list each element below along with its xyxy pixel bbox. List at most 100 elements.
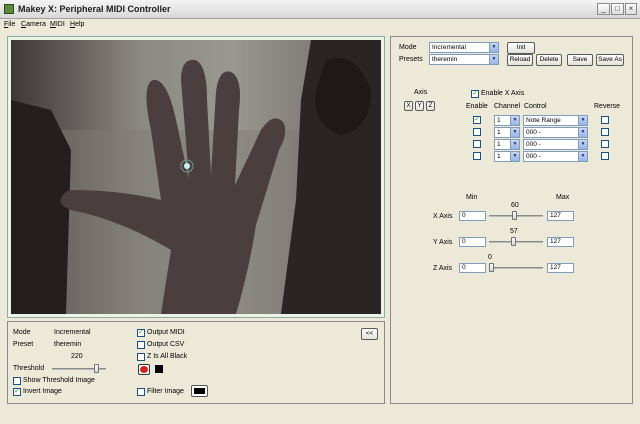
axis-slider-track — [489, 241, 543, 243]
output-midi-label: Output MIDI — [147, 329, 185, 336]
title-bar: Makey X: Peripheral MIDI Controller _ □ … — [0, 0, 640, 19]
enable-header: Enable — [466, 103, 488, 110]
axis-range-section: 60 X Axis 0 127 57 Y Axis 0 127 0 Z Axis… — [391, 197, 634, 275]
axis-slider-thumb[interactable] — [511, 237, 516, 246]
filter-image-check[interactable] — [137, 388, 145, 396]
axis-label: Axis — [414, 89, 428, 96]
preset-value: theremin — [54, 341, 82, 348]
filter-image-label: Filter Image — [147, 388, 184, 395]
window-title: Makey X: Peripheral MIDI Controller — [18, 4, 171, 14]
row-control-value: 000 - — [526, 153, 541, 160]
output-csv-check[interactable] — [137, 341, 145, 349]
preset-label: Preset — [13, 341, 34, 348]
threshold-value: 220 — [71, 353, 83, 360]
axis-slider-thumb[interactable] — [489, 263, 494, 272]
camera-view[interactable] — [11, 40, 381, 314]
row-enable-check[interactable] — [473, 128, 481, 136]
maximize-button[interactable]: □ — [611, 3, 624, 15]
axis-row-label: Z Axis — [433, 265, 453, 272]
delete-button[interactable]: Delete — [536, 54, 562, 66]
row-channel-value: 1 — [497, 129, 501, 136]
camera-image — [11, 40, 381, 314]
axis-min-field[interactable]: 0 — [459, 211, 486, 221]
z-all-black-check[interactable] — [137, 353, 145, 361]
reload-button[interactable]: Reload — [507, 54, 533, 66]
axis-y-button[interactable]: Y — [415, 101, 424, 111]
axis-slider[interactable] — [489, 237, 543, 247]
threshold-thumb[interactable] — [94, 364, 99, 373]
mode-select[interactable]: Incremental ▼ — [429, 42, 499, 53]
init-button[interactable]: Init — [507, 42, 535, 54]
presets-select-value: theremin — [432, 56, 458, 63]
axis-max-field[interactable]: 127 — [547, 237, 574, 247]
chevron-down-icon: ▼ — [578, 152, 587, 161]
row-control-select[interactable]: 000 - ▼ — [523, 151, 588, 162]
row-channel-value: 1 — [497, 153, 501, 160]
row-channel-select[interactable]: 1 ▼ — [494, 151, 520, 162]
output-csv-label: Output CSV — [147, 341, 185, 348]
chevron-down-icon: ▼ — [578, 128, 587, 137]
chevron-down-icon: ▼ — [578, 140, 587, 149]
axis-row-label: X Axis — [433, 213, 453, 220]
output-midi-check[interactable]: ✓ — [137, 329, 145, 337]
collapse-button[interactable]: << — [361, 328, 378, 340]
axis-x-button[interactable]: X — [404, 101, 413, 111]
axis-max-field[interactable]: 127 — [547, 211, 574, 221]
axis-max-field[interactable]: 127 — [547, 263, 574, 273]
mode-select-value: Incremental — [432, 44, 466, 51]
row-enable-check[interactable] — [473, 152, 481, 160]
presets-label: Presets — [399, 56, 423, 63]
black-color-swatch[interactable] — [155, 365, 163, 373]
axis-row: 0 Z Axis 0 127 — [391, 249, 634, 275]
show-threshold-check[interactable] — [13, 377, 21, 385]
menu-midi[interactable]: MIDI — [50, 19, 65, 30]
mode-value: Incremental — [54, 329, 91, 336]
axis-slider-track — [489, 267, 543, 269]
row-reverse-check[interactable] — [601, 140, 609, 148]
threshold-slider[interactable] — [52, 364, 106, 373]
close-button[interactable]: × — [625, 3, 637, 15]
chevron-down-icon: ▼ — [510, 128, 519, 137]
minimize-button[interactable]: _ — [597, 3, 610, 15]
row-channel-select[interactable]: 1 ▼ — [494, 115, 520, 126]
axis-z-button[interactable]: Z — [426, 101, 435, 111]
axis-slider[interactable] — [489, 263, 543, 273]
row-control-select[interactable]: 000 - ▼ — [523, 127, 588, 138]
row-control-select[interactable]: 000 - ▼ — [523, 139, 588, 150]
row-enable-check[interactable] — [473, 140, 481, 148]
row-reverse-check[interactable] — [601, 152, 609, 160]
row-channel-select[interactable]: 1 ▼ — [494, 139, 520, 150]
row-control-value: 000 - — [526, 129, 541, 136]
presets-select[interactable]: theremin ▼ — [429, 54, 499, 65]
row-control-select[interactable]: Note Range ▼ — [523, 115, 588, 126]
row-reverse-check[interactable] — [601, 128, 609, 136]
menu-camera[interactable]: Camera — [21, 19, 46, 30]
axis-current-value: 60 — [511, 202, 519, 209]
row-channel-select[interactable]: 1 ▼ — [494, 127, 520, 138]
mapping-row: 1 ▼ 000 - ▼ — [391, 127, 634, 138]
row-channel-value: 1 — [497, 141, 501, 148]
save-button[interactable]: Save — [567, 54, 593, 66]
row-enable-check[interactable]: ✓ — [473, 116, 481, 124]
axis-min-field[interactable]: 0 — [459, 263, 486, 273]
row-reverse-check[interactable] — [601, 116, 609, 124]
chevron-down-icon: ▼ — [510, 140, 519, 149]
chevron-down-icon: ▼ — [578, 116, 587, 125]
row-control-value: Note Range — [526, 117, 561, 124]
chevron-down-icon: ▼ — [510, 152, 519, 161]
status-panel: Mode Incremental Preset theremin 220 Thr… — [7, 321, 385, 404]
filter-color-swatch — [194, 388, 205, 394]
menu-help[interactable]: Help — [70, 19, 84, 30]
invert-image-check[interactable]: ✓ — [13, 388, 21, 396]
camera-panel — [7, 36, 385, 318]
app-icon — [4, 4, 14, 14]
enable-x-axis-check[interactable]: ✓ — [471, 90, 479, 98]
menu-file[interactable]: File — [4, 19, 15, 30]
axis-min-field[interactable]: 0 — [459, 237, 486, 247]
filter-color-button[interactable] — [191, 385, 208, 397]
save-as-button[interactable]: Save As — [596, 54, 624, 66]
control-header: Control — [524, 103, 547, 110]
axis-slider-thumb[interactable] — [512, 211, 517, 220]
red-color-swatch — [140, 366, 148, 373]
red-color-button[interactable] — [138, 364, 150, 375]
